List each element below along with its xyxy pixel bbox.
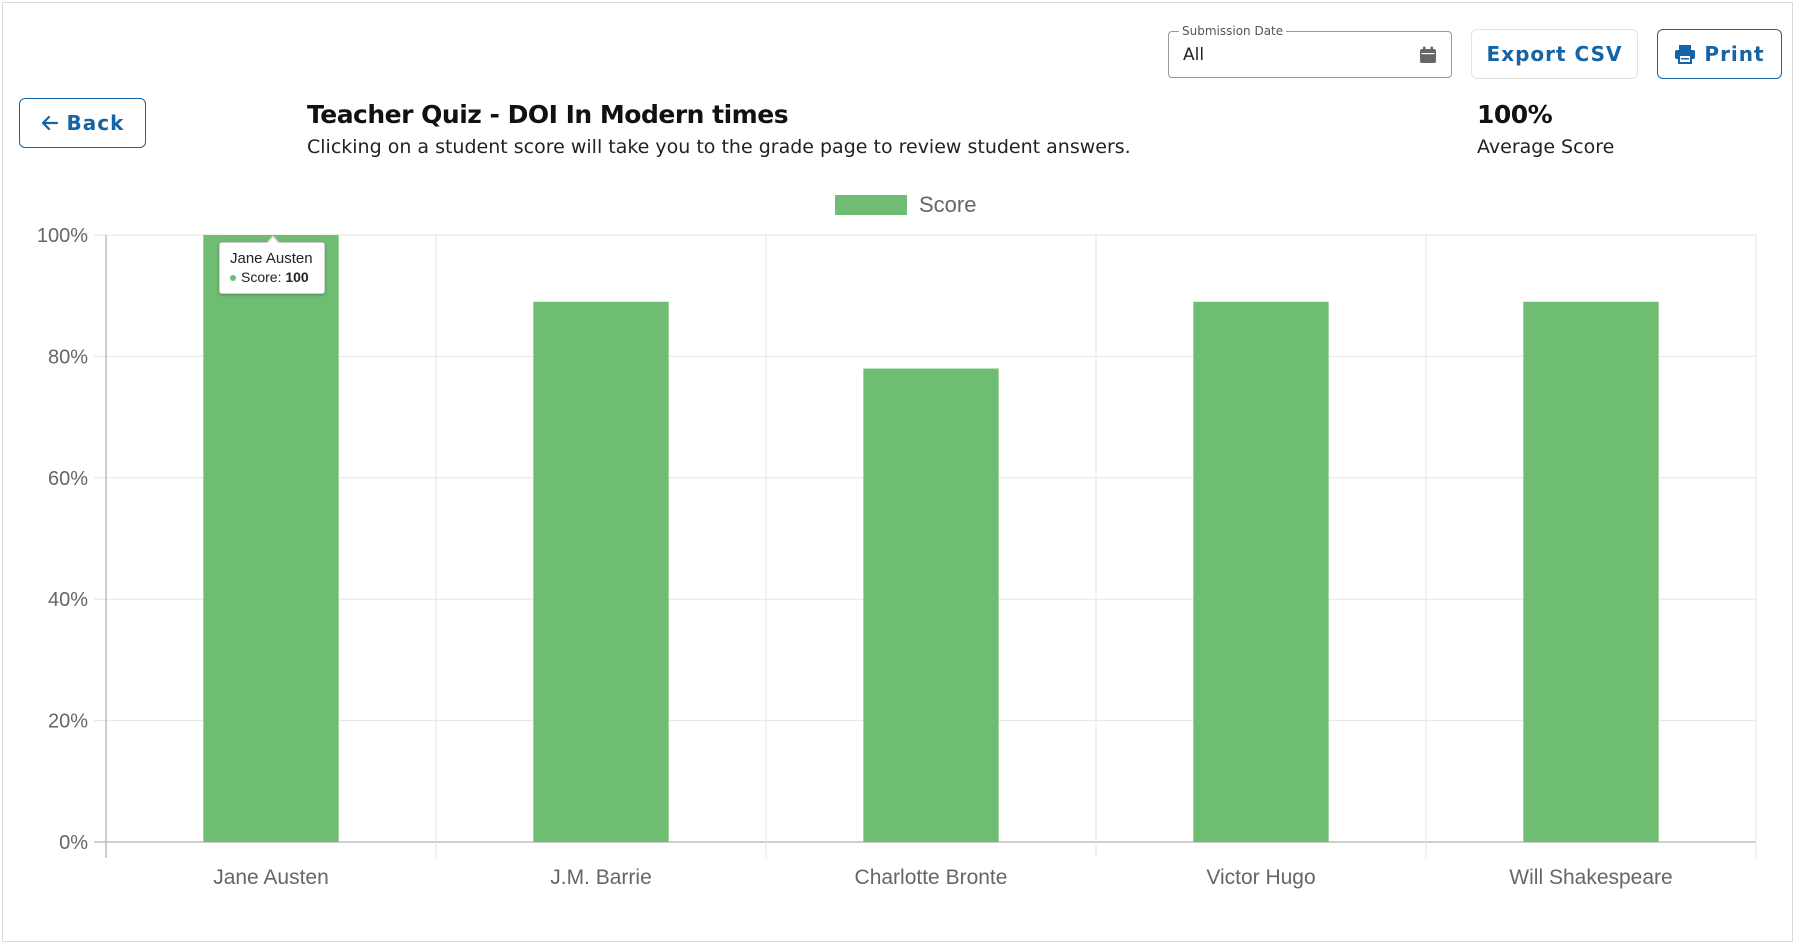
y-tick-label: 40% [48, 589, 88, 611]
x-tick-label: J.M. Barrie [550, 866, 652, 889]
x-tick-label: Jane Austen [213, 866, 329, 889]
average-score-label: Average Score [1477, 136, 1615, 158]
tooltip-series-dot [230, 275, 236, 282]
calendar-icon[interactable] [1419, 46, 1437, 64]
y-tick-label: 60% [48, 468, 88, 490]
y-tick-label: 80% [48, 346, 88, 368]
average-score-value: 100% [1477, 100, 1553, 129]
x-tick-label: Will Shakespeare [1509, 866, 1672, 889]
x-tick-label: Victor Hugo [1206, 866, 1315, 889]
quiz-title: Teacher Quiz - DOI In Modern times [307, 100, 789, 129]
legend-swatch [835, 195, 907, 215]
print-button[interactable]: Print [1657, 29, 1782, 79]
score-bar[interactable] [863, 368, 999, 842]
score-bar[interactable] [1193, 301, 1329, 842]
submission-date-label: Submission Date [1179, 24, 1287, 38]
export-csv-button[interactable]: Export CSV [1471, 29, 1638, 79]
tooltip-series-label: Score: [241, 269, 286, 285]
submission-date-field[interactable]: Submission Date All [1168, 24, 1452, 78]
printer-icon [1675, 45, 1696, 64]
x-tick-label: Charlotte Bronte [855, 866, 1008, 889]
y-tick-label: 0% [59, 832, 88, 854]
tooltip-student-name: Jane Austen [230, 250, 313, 267]
y-tick-label: 100% [37, 225, 88, 247]
tooltip-score-value: 100 [285, 269, 309, 285]
quiz-subtitle: Clicking on a student score will take yo… [307, 136, 1131, 158]
print-label: Print [1704, 42, 1765, 66]
submission-date-value: All [1183, 45, 1205, 65]
back-button[interactable]: Back [19, 98, 146, 148]
arrow-left-icon [41, 115, 58, 131]
score-bar[interactable] [1523, 301, 1659, 842]
tooltip-score-line: Score: 100 [230, 268, 314, 286]
score-bar[interactable] [203, 235, 339, 842]
y-tick-label: 20% [48, 711, 88, 733]
score-tooltip: Jane Austen Score: 100 [219, 235, 325, 294]
export-csv-label: Export CSV [1486, 42, 1623, 66]
score-bar[interactable] [533, 301, 669, 842]
back-label: Back [66, 111, 125, 135]
legend-label: Score [919, 192, 976, 217]
